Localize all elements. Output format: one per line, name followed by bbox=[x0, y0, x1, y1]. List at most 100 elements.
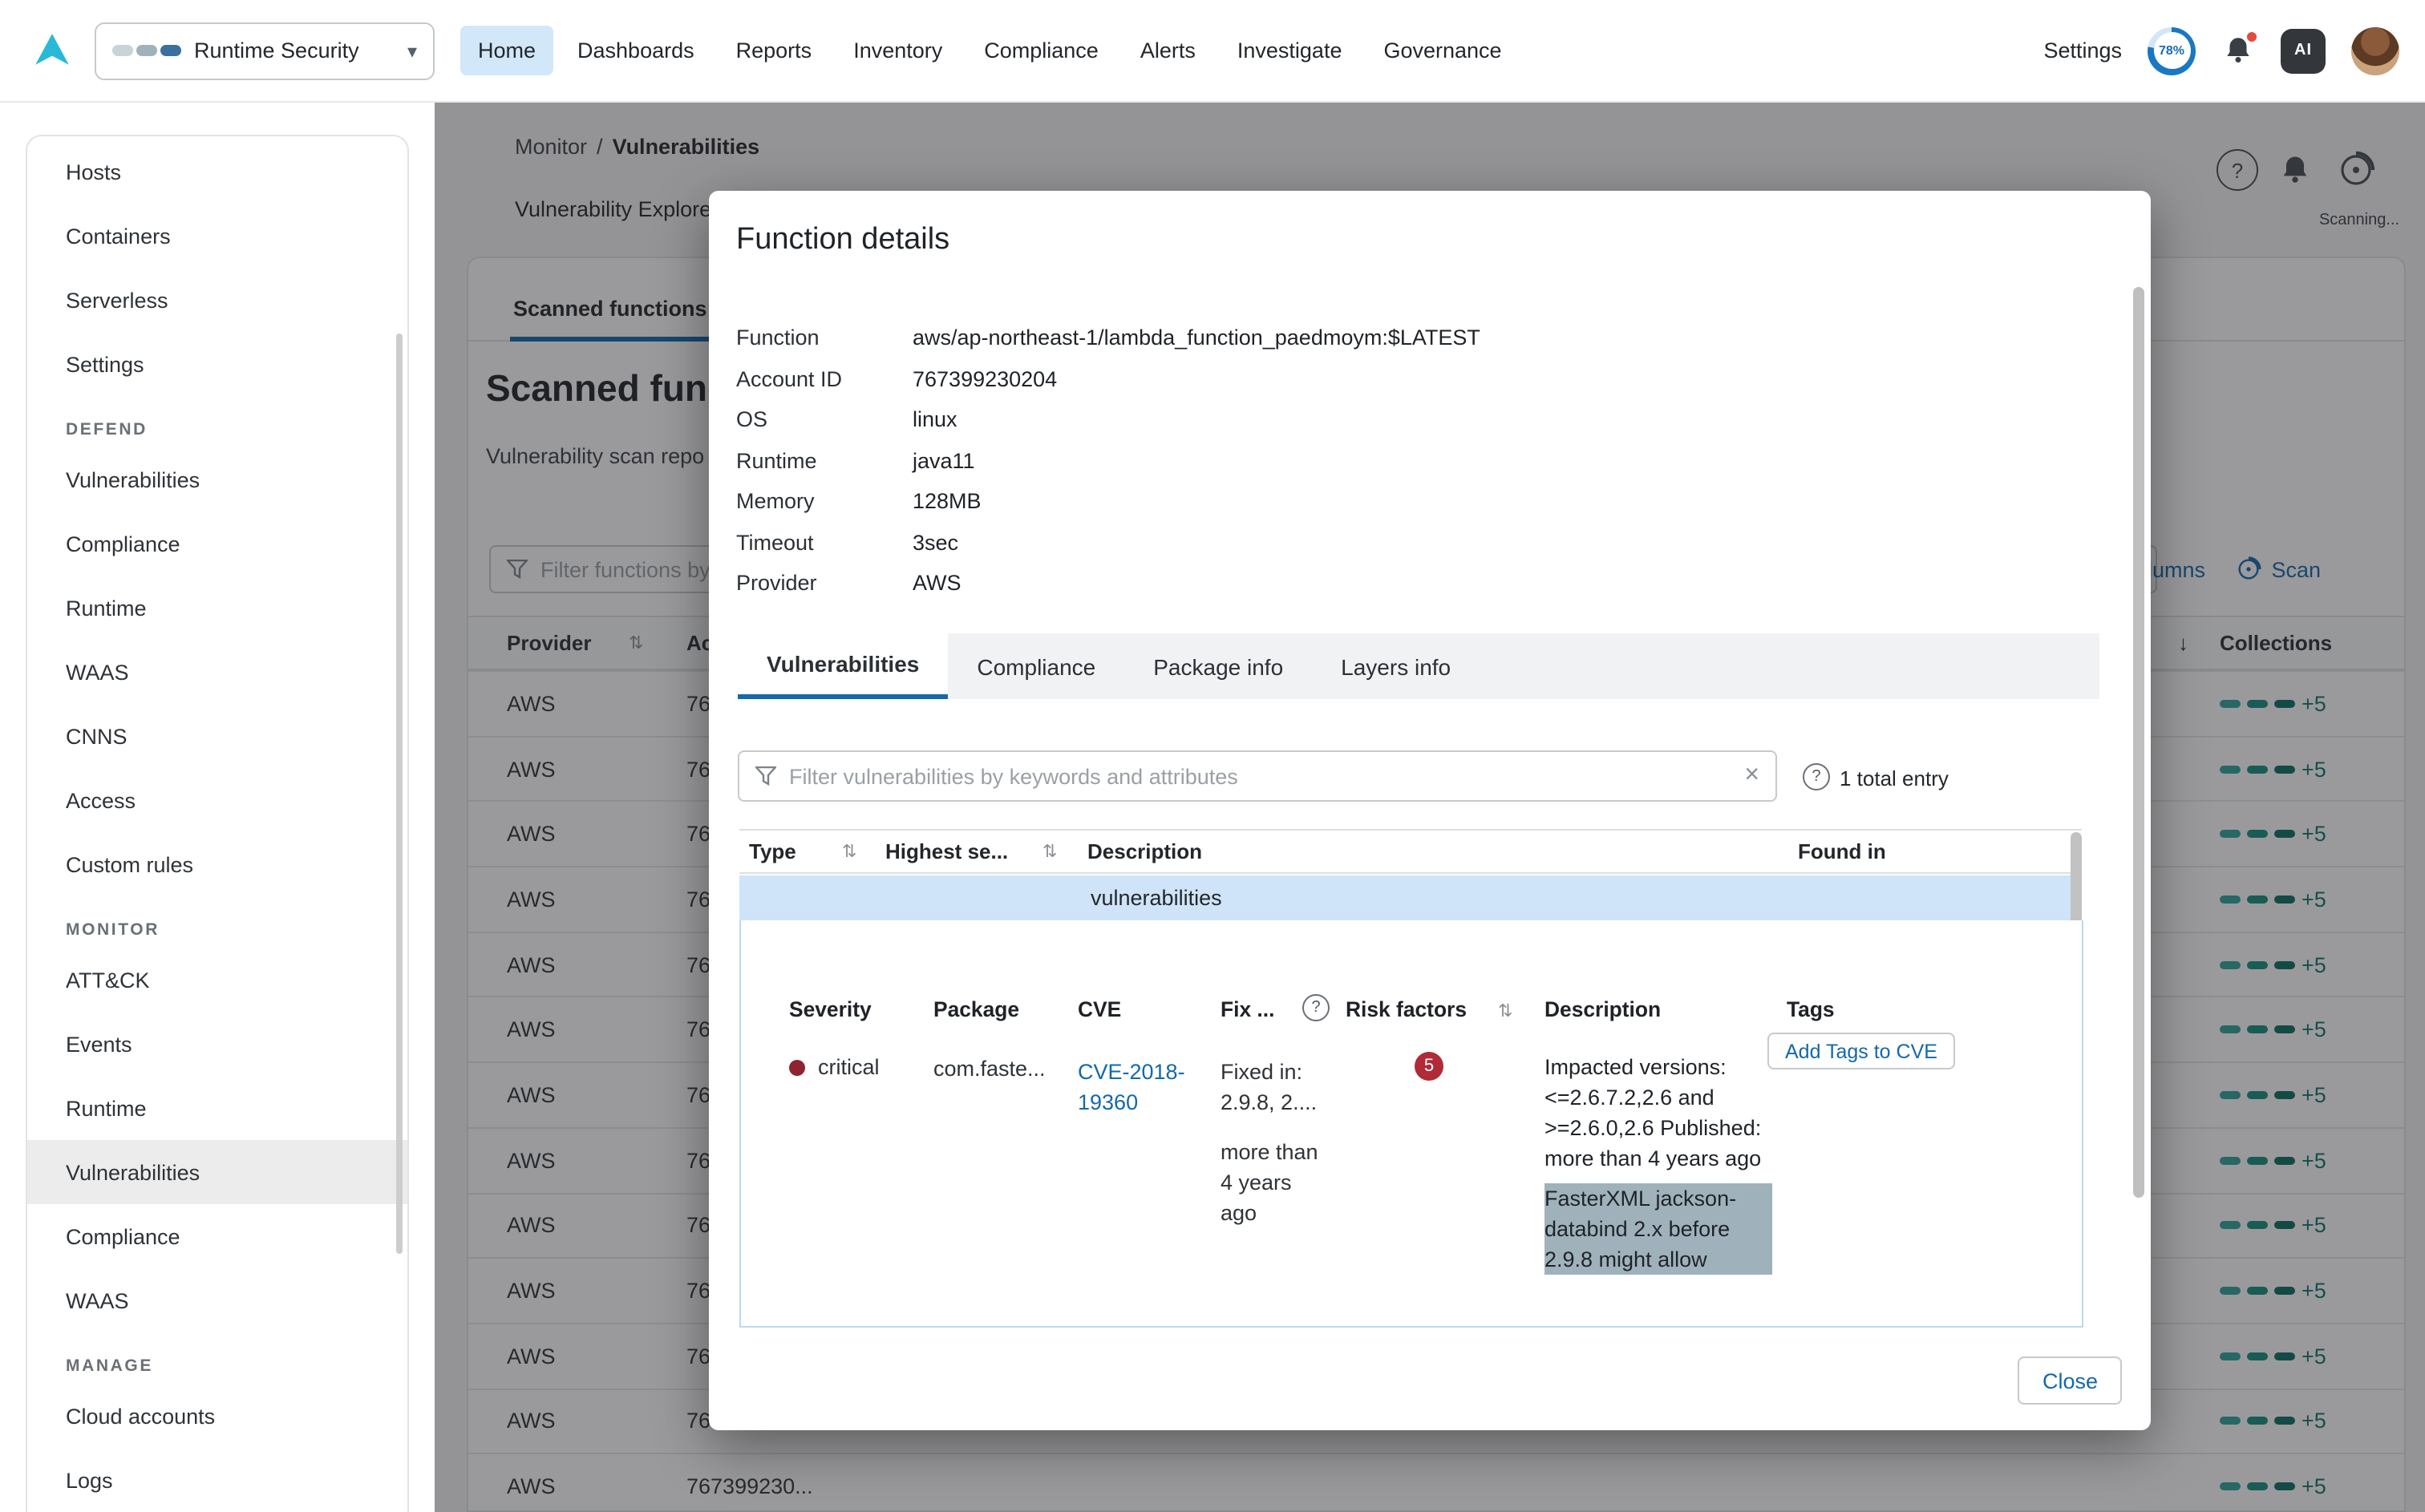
sidebar-item[interactable]: ATT&CK bbox=[27, 948, 407, 1012]
field-row: Account ID 767399230204 bbox=[736, 358, 1480, 399]
sidebar-item[interactable]: Vulnerabilities bbox=[27, 447, 407, 511]
sidebar-item[interactable]: Runtime bbox=[27, 1076, 407, 1140]
modal-scrollbar[interactable] bbox=[2133, 287, 2144, 1198]
sidebar-item[interactable]: Runtime bbox=[27, 576, 407, 640]
sidebar-item[interactable]: Vulnerabilities bbox=[27, 1140, 407, 1204]
cve-description-cell: Impacted versions: <=2.6.7.2,2.6 and >=2… bbox=[1544, 1052, 1772, 1275]
col-type[interactable]: Type bbox=[749, 839, 796, 863]
critical-severity-dot bbox=[789, 1059, 805, 1075]
sidebar-item[interactable]: Access bbox=[27, 768, 407, 832]
sidebar-item[interactable]: Serverless bbox=[27, 268, 407, 332]
add-tags-to-cve-button[interactable]: Add Tags to CVE bbox=[1767, 1033, 1955, 1069]
cve-description-p2: FasterXML jackson-databind 2.x before 2.… bbox=[1544, 1183, 1772, 1275]
vulnerabilities-table-scrollbar[interactable] bbox=[2071, 832, 2082, 925]
col-tags: Tags bbox=[1787, 997, 1835, 1021]
field-row: Memory 128MB bbox=[736, 481, 1480, 522]
fix-help-icon[interactable]: ? bbox=[1302, 994, 1330, 1021]
nav-item[interactable]: Reports bbox=[719, 26, 830, 75]
sort-icon[interactable]: ⇅ bbox=[1498, 1001, 1512, 1021]
vulnerabilities-filter[interactable]: × bbox=[738, 750, 1777, 802]
fix-status: Fixed in: 2.9.8, 2.... bbox=[1221, 1057, 1330, 1118]
modal-tab[interactable]: Vulnerabilities bbox=[738, 633, 948, 699]
sidebar-item[interactable]: Custom rules bbox=[27, 832, 407, 896]
sidebar-item[interactable]: WAAS bbox=[27, 1268, 407, 1332]
field-row: Function aws/ap-northeast-1/lambda_funct… bbox=[736, 317, 1480, 358]
function-details-modal: Function details Function aws/ap-northea… bbox=[709, 191, 2151, 1430]
top-navbar: Runtime Security ▾ Home Dashboards Repor… bbox=[0, 0, 2425, 103]
field-value: 128MB bbox=[913, 490, 982, 514]
field-value: aws/ap-northeast-1/lambda_function_paedm… bbox=[913, 326, 1480, 350]
total-entries-label: 1 total entry bbox=[1840, 766, 1949, 790]
nav-item[interactable]: Governance bbox=[1366, 26, 1519, 75]
product-pills-icon bbox=[112, 45, 181, 56]
field-value: 3sec bbox=[913, 531, 958, 555]
settings-link[interactable]: Settings bbox=[2043, 38, 2122, 63]
sidebar-item[interactable]: Settings bbox=[27, 332, 407, 396]
field-row: OS linux bbox=[736, 399, 1480, 440]
sidebar-item[interactable]: Logs bbox=[27, 1448, 407, 1512]
nav-item[interactable]: Compliance bbox=[966, 26, 1116, 75]
modal-tab[interactable]: Layers info bbox=[1312, 633, 1480, 699]
sort-icon[interactable]: ⇅ bbox=[1042, 841, 1057, 862]
navbar-right: Settings 78% AI bbox=[2043, 26, 2399, 75]
field-value: linux bbox=[913, 408, 957, 432]
modal-tab[interactable]: Compliance bbox=[948, 633, 1124, 699]
clear-filter-icon[interactable]: × bbox=[1744, 762, 1759, 790]
sidebar-item[interactable]: DEFEND bbox=[27, 396, 407, 447]
usage-percent: 78% bbox=[2153, 32, 2190, 69]
sidebar-item[interactable]: Compliance bbox=[27, 511, 407, 576]
notification-dot bbox=[2245, 30, 2258, 43]
cve-description-p1: Impacted versions: <=2.6.7.2,2.6 and >=2… bbox=[1544, 1052, 1772, 1174]
vulnerabilities-table-header: Type ⇅ Highest se... ⇅ Description Found… bbox=[739, 829, 2082, 874]
notifications-button[interactable] bbox=[2221, 34, 2255, 67]
fix-cell: Fixed in: 2.9.8, 2.... more than 4 years… bbox=[1221, 1057, 1330, 1228]
col-fix: Fix ... bbox=[1221, 997, 1274, 1021]
sidebar-item[interactable]: WAAS bbox=[27, 640, 407, 704]
filter-funnel-icon bbox=[755, 766, 776, 786]
col-description: Description bbox=[1087, 839, 1202, 863]
field-label: Account ID bbox=[736, 367, 913, 391]
sidebar-item[interactable]: Events bbox=[27, 1012, 407, 1076]
sidebar-item[interactable]: MANAGE bbox=[27, 1332, 407, 1384]
cve-link[interactable]: CVE-2018-19360 bbox=[1078, 1057, 1206, 1118]
col-risk-factors[interactable]: Risk factors bbox=[1346, 997, 1467, 1021]
sidebar-item[interactable]: Hosts bbox=[27, 139, 407, 204]
function-fields: Function aws/ap-northeast-1/lambda_funct… bbox=[736, 317, 1480, 604]
sidebar-item[interactable]: Compliance bbox=[27, 1204, 407, 1268]
nav-item[interactable]: Dashboards bbox=[560, 26, 712, 75]
field-row: Runtime java11 bbox=[736, 440, 1480, 481]
product-switcher[interactable]: Runtime Security ▾ bbox=[95, 22, 435, 79]
ai-copilot-button[interactable]: AI bbox=[2281, 28, 2326, 73]
sidebar-items: Hosts Containers Serverless Settings DEF… bbox=[27, 139, 407, 1512]
fix-age: more than 4 years ago bbox=[1221, 1137, 1330, 1228]
nav-item[interactable]: Inventory bbox=[836, 26, 960, 75]
modal-tabs: Vulnerabilities Compliance Package info … bbox=[738, 633, 2099, 699]
field-value: 767399230204 bbox=[913, 367, 1057, 391]
sidebar-item[interactable]: MONITOR bbox=[27, 896, 407, 948]
modal-tab[interactable]: Package info bbox=[1124, 633, 1312, 699]
sidebar-item[interactable]: Containers bbox=[27, 204, 407, 268]
brand-logo-icon bbox=[32, 30, 72, 71]
vulnerabilities-filter-input[interactable] bbox=[789, 764, 1731, 788]
sort-icon[interactable]: ⇅ bbox=[842, 841, 856, 862]
filter-help-icon[interactable]: ? bbox=[1803, 763, 1830, 790]
col-cve-description: Description bbox=[1544, 997, 1661, 1021]
sidebar-scrollbar[interactable] bbox=[396, 334, 403, 1254]
chevron-down-icon: ▾ bbox=[407, 39, 417, 62]
close-button[interactable]: Close bbox=[2018, 1356, 2122, 1405]
usage-ring[interactable]: 78% bbox=[2148, 26, 2196, 75]
nav-item[interactable]: Investigate bbox=[1220, 26, 1360, 75]
nav-item[interactable]: Alerts bbox=[1123, 26, 1213, 75]
sidebar-item[interactable]: Cloud accounts bbox=[27, 1384, 407, 1448]
col-highest-severity[interactable]: Highest se... bbox=[885, 839, 1008, 863]
col-found-in: Found in bbox=[1798, 839, 1886, 863]
field-label: Provider bbox=[736, 572, 913, 596]
nav-item[interactable]: Home bbox=[460, 26, 553, 75]
col-cve: CVE bbox=[1078, 997, 1121, 1021]
field-label: OS bbox=[736, 408, 913, 432]
sidebar-item[interactable]: CNNS bbox=[27, 704, 407, 768]
selected-vulnerability-row[interactable]: vulnerabilities bbox=[739, 875, 2082, 920]
package-cell: com.faste... bbox=[933, 1057, 1070, 1081]
user-avatar[interactable] bbox=[2351, 26, 2399, 75]
risk-factors-badge[interactable]: 5 bbox=[1415, 1052, 1443, 1081]
